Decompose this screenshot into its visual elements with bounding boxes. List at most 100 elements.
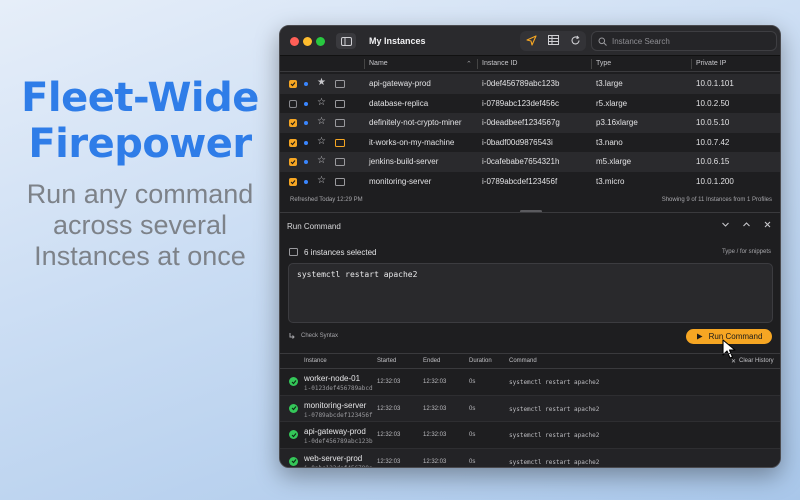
row-checkbox[interactable] (289, 158, 297, 166)
check-syntax-icon (289, 333, 295, 339)
toolbar-group (520, 31, 586, 51)
history-command: systemctl restart apache2 (509, 405, 600, 413)
history-started: 12:32:03 (377, 432, 401, 438)
history-row[interactable]: web-server-prod i-0abc123def456789a 12:3… (280, 448, 780, 467)
command-editor[interactable]: systemctl restart apache2 (288, 263, 773, 323)
run-command-toolbar-button[interactable] (525, 34, 537, 48)
column-header-type[interactable]: Type (596, 60, 611, 67)
expand-up-button[interactable] (742, 220, 751, 231)
history-row[interactable]: api-gateway-prod i-0def456789abc123b 12:… (280, 422, 780, 449)
instance-count: Showing 9 of 11 Instances from 1 Profile… (661, 197, 772, 203)
column-separator (591, 59, 592, 69)
history-row[interactable]: worker-node-01 i-0123def456789abcd 12:32… (280, 369, 780, 396)
history-row[interactable]: monitoring-server i-0789abcdef123456f 12… (280, 395, 780, 422)
promo-subtitle: Run any command across several Instances… (0, 179, 280, 272)
instance-name: it-works-on-my-machine (369, 137, 455, 147)
clear-icon[interactable]: ✕ (731, 358, 736, 365)
refresh-button[interactable] (570, 35, 581, 48)
row-checkbox[interactable] (289, 138, 297, 147)
instance-id: i-0cafebabe7654321h (482, 157, 560, 166)
sort-ascending-icon: ⌃ (466, 60, 472, 68)
table-icon (547, 35, 559, 45)
history-ended: 12:32:03 (423, 379, 447, 385)
chevron-up-icon (743, 222, 750, 227)
terminal-icon[interactable] (335, 138, 345, 147)
instance-type: r5.xlarge (596, 98, 628, 108)
terminal-icon[interactable] (335, 99, 345, 108)
row-checkbox[interactable] (289, 119, 297, 127)
column-header-command[interactable]: Command (509, 358, 537, 364)
promo-title-line: Fleet-Wide (21, 75, 259, 121)
instance-id: i-0789abc123def456c (482, 98, 559, 108)
promo-text: Fleet-Wide Firepower Run any command acr… (0, 75, 280, 272)
instance-type: t3.micro (596, 176, 625, 186)
terminal-icon[interactable] (335, 119, 345, 127)
titlebar: My Instances (280, 26, 780, 56)
instance-type: t3.large (596, 79, 623, 88)
status-dot-icon (304, 121, 308, 125)
selection-summary: 6 instances selected Type / for snippets (280, 246, 780, 260)
checkmark-icon (290, 160, 296, 165)
table-row[interactable]: ★ api-gateway-prod i-0def456789abc123b t… (280, 74, 780, 94)
minimize-window-button[interactable] (303, 37, 312, 46)
table-row[interactable]: ☆ database-replica i-0789abc123def456c r… (280, 94, 780, 114)
column-header-instance[interactable]: Instance (304, 358, 327, 364)
sidebar-icon (340, 36, 352, 46)
row-checkbox[interactable] (289, 99, 297, 108)
favorite-star-outline-icon[interactable]: ☆ (317, 117, 326, 127)
row-checkbox[interactable] (289, 177, 297, 186)
check-syntax-button[interactable]: Check Syntax (288, 332, 338, 340)
status-dot-icon (304, 140, 308, 145)
column-header-duration[interactable]: Duration (469, 358, 492, 364)
favorite-star-outline-icon[interactable]: ☆ (317, 97, 326, 108)
column-header-name[interactable]: Name (369, 60, 388, 67)
zoom-window-button[interactable] (316, 37, 325, 46)
history-started: 12:32:03 (377, 458, 401, 465)
success-check-icon (289, 456, 298, 466)
favorite-star-filled-icon[interactable]: ★ (317, 78, 326, 88)
history-duration: 0s (469, 405, 476, 412)
success-check-icon (289, 377, 298, 386)
table-row[interactable]: ☆ monitoring-server i-0789abcdef123456f … (280, 172, 780, 192)
table-view-button[interactable] (547, 35, 559, 47)
instance-search[interactable] (591, 31, 777, 51)
run-command-title: Run Command (287, 222, 341, 231)
instance-name: definitely-not-crypto-miner (369, 118, 462, 127)
favorite-star-outline-icon[interactable]: ☆ (317, 136, 326, 147)
checkmark-icon (290, 140, 296, 145)
instance-id: i-0789abcdef123456f (482, 176, 558, 186)
private-ip: 10.0.6.15 (696, 157, 730, 166)
terminal-icon[interactable] (335, 158, 345, 166)
terminal-icon[interactable] (335, 80, 345, 88)
favorite-star-outline-icon[interactable]: ☆ (317, 175, 326, 186)
column-separator (691, 59, 692, 69)
sidebar-toggle-button[interactable] (336, 33, 356, 49)
column-header-instance-id[interactable]: Instance ID (482, 60, 517, 67)
server-stack-icon (289, 248, 298, 256)
table-row[interactable]: ☆ jenkins-build-server i-0cafebabe765432… (280, 152, 780, 172)
clear-history-button[interactable]: Clear History (739, 358, 774, 364)
search-input[interactable] (612, 36, 762, 46)
column-header-private-ip[interactable]: Private IP (696, 60, 726, 67)
private-ip: 10.0.7.42 (696, 137, 730, 147)
table-row[interactable]: ☆ definitely-not-crypto-miner i-0deadbee… (280, 113, 780, 133)
status-dot-icon (304, 101, 308, 106)
history-duration: 0s (469, 379, 476, 385)
refreshed-timestamp: Refreshed Today 12:29 PM (290, 197, 363, 203)
history-instance-id: i-0123def456789abcd (304, 385, 373, 392)
collapse-down-button[interactable] (721, 220, 730, 231)
column-header-ended[interactable]: Ended (423, 358, 440, 364)
history-table-header: Instance Started Ended Duration Command … (280, 353, 780, 369)
column-separator (364, 59, 365, 69)
history-ended: 12:32:03 (423, 405, 447, 412)
terminal-icon[interactable] (335, 177, 345, 186)
favorite-star-outline-icon[interactable]: ☆ (317, 156, 326, 166)
history-ended: 12:32:03 (423, 458, 447, 465)
column-separator (477, 59, 478, 69)
table-row[interactable]: ☆ it-works-on-my-machine i-0badf00d98765… (280, 133, 780, 153)
close-panel-button[interactable] (763, 220, 772, 231)
close-window-button[interactable] (290, 37, 299, 46)
promo-subtitle-line: across several (52, 210, 228, 240)
column-header-started[interactable]: Started (377, 358, 396, 364)
row-checkbox[interactable] (289, 80, 297, 88)
